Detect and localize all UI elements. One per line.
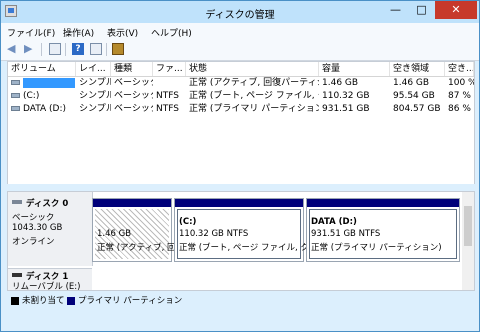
partition-label: (C:) — [179, 217, 197, 227]
menu-view[interactable]: 表示(V) — [107, 26, 138, 39]
table-row[interactable]: シンプル ベーシック 正常 (アクティブ, 回復パーティシ... 1.46 GB… — [8, 77, 474, 90]
capacity-cell: 1.46 GB — [322, 78, 359, 88]
legend-label: プライマリ パーティション — [78, 296, 183, 306]
partition-c[interactable]: (C:) 110.32 GB NTFS 正常 (ブート, ページ ファイル, ク… — [174, 198, 317, 262]
volume-cell: (C:) — [8, 90, 76, 103]
partition-label: DATA (D:) — [311, 217, 357, 227]
menu-file[interactable]: ファイル(F) — [7, 26, 55, 39]
legend-swatch — [67, 296, 75, 305]
partition-size: 1.46 GB — [97, 229, 132, 239]
filesystem-cell: NTFS — [156, 104, 179, 114]
legend-unallocated: 未割り当て — [11, 294, 65, 306]
partition-recovery[interactable]: 1.46 GB 正常 (アクティブ, 回 — [92, 198, 176, 262]
column-header-status[interactable]: 状態 — [186, 62, 319, 76]
column-header-capacity[interactable]: 容量 — [319, 62, 390, 76]
volume-list-header: ボリューム レイ... 種類 ファ... 状態 容量 空き領域 空き... — [8, 62, 474, 77]
removable-disk-icon — [12, 273, 22, 277]
legend: 未割り当て プライマリ パーティション — [7, 293, 473, 307]
forward-arrow-icon[interactable]: ▶ — [24, 43, 36, 55]
toolbar-separator — [41, 43, 42, 56]
status-bar — [1, 311, 479, 331]
view-icon[interactable] — [90, 43, 102, 55]
help-icon[interactable]: ? — [72, 43, 84, 55]
disk-1-type: リムーバブル (E:) — [12, 282, 81, 291]
volume-list: ボリューム レイ... 種類 ファ... 状態 容量 空き領域 空き... シン… — [7, 61, 475, 185]
type-cell: ベーシック — [114, 104, 153, 114]
disk-graphical-view: ディスク 0 ベーシック 1043.30 GB オンライン 1.46 GB 正常… — [7, 191, 475, 291]
partition-d[interactable]: DATA (D:) 931.51 GB NTFS 正常 (プライマリ パーティシ… — [306, 198, 460, 262]
table-row[interactable]: (C:) シンプル ベーシック NTFS 正常 (ブート, ページ ファイル, … — [8, 90, 474, 103]
scrollbar-thumb[interactable] — [464, 206, 472, 246]
legend-swatch — [11, 296, 19, 305]
column-header-volume[interactable]: ボリューム — [8, 62, 76, 76]
layout-cell: シンプル — [79, 104, 111, 114]
column-header-layout[interactable]: レイ... — [76, 62, 111, 76]
status-cell: 正常 (アクティブ, 回復パーティシ... — [189, 78, 319, 88]
menu-action[interactable]: 操作(A) — [63, 26, 94, 39]
vertical-scrollbar[interactable] — [462, 192, 474, 290]
capacity-cell: 110.32 GB — [322, 91, 370, 101]
drive-icon — [11, 93, 20, 98]
disk-0-info[interactable]: ディスク 0 ベーシック 1043.30 GB オンライン — [8, 192, 93, 266]
status-cell: 正常 (プライマリ パーティション) — [189, 104, 319, 114]
close-button[interactable]: ✕ — [435, 1, 477, 19]
column-header-filesystem[interactable]: ファ... — [153, 62, 186, 76]
toolbar: ◀ ▶ ? — [1, 39, 479, 61]
toolbar-separator — [106, 43, 107, 56]
disk-settings-icon[interactable] — [112, 43, 124, 55]
partition-size: 110.32 GB NTFS — [179, 229, 249, 239]
free-percent-cell: 100 % — [448, 78, 474, 88]
partition-status: 正常 (ブート, ページ ファイル, クラ — [179, 243, 318, 253]
free-percent-cell: 87 % — [448, 91, 471, 101]
pane-splitter[interactable] — [1, 184, 479, 190]
back-arrow-icon[interactable]: ◀ — [7, 43, 19, 55]
column-header-free-percent[interactable]: 空き... — [445, 62, 474, 76]
partition-bar — [307, 199, 459, 207]
disk-0-type: ベーシック — [12, 213, 55, 223]
disk-icon — [12, 200, 22, 204]
menu-bar: ファイル(F) 操作(A) 表示(V) ヘルプ(H) — [1, 23, 479, 39]
drive-icon — [11, 80, 20, 85]
legend-primary: プライマリ パーティション — [67, 294, 182, 306]
volume-name: (C:) — [23, 91, 40, 101]
toolbar-separator — [65, 43, 66, 56]
layout-cell: シンプル — [79, 91, 111, 101]
disk-0-name: ディスク 0 — [26, 199, 69, 209]
disk-1-info[interactable]: ディスク 1 リムーバブル (E:) — [8, 268, 92, 291]
maximize-button[interactable]: □ — [409, 1, 434, 19]
partition-size: 931.51 GB NTFS — [311, 229, 381, 239]
minimize-button[interactable]: — — [383, 1, 408, 19]
partition-bar — [175, 199, 303, 207]
drive-icon — [11, 106, 20, 111]
free-space-cell: 804.57 GB — [393, 104, 441, 114]
selected-volume-name — [23, 77, 75, 88]
column-header-type[interactable]: 種類 — [111, 62, 153, 76]
type-cell: ベーシック — [114, 91, 153, 101]
free-space-cell: 95.54 GB — [393, 91, 435, 101]
filesystem-cell — [153, 77, 186, 90]
capacity-cell: 931.51 GB — [322, 104, 370, 114]
properties-icon[interactable] — [49, 43, 61, 55]
partition-status: 正常 (アクティブ, 回 — [97, 243, 176, 253]
volume-cell: DATA (D:) — [8, 103, 76, 116]
column-header-free-space[interactable]: 空き領域 — [390, 62, 445, 76]
status-cell: 正常 (ブート, ページ ファイル, ク... — [189, 91, 319, 101]
disk-0-state: オンライン — [12, 237, 55, 247]
layout-cell: シンプル — [79, 78, 111, 88]
title-bar: ディスクの管理 — □ ✕ — [1, 1, 479, 23]
partition-bar — [93, 199, 171, 207]
free-space-cell: 1.46 GB — [393, 78, 430, 88]
disk-management-window: ディスクの管理 — □ ✕ ファイル(F) 操作(A) 表示(V) ヘルプ(H)… — [0, 0, 480, 332]
table-row[interactable]: DATA (D:) シンプル ベーシック NTFS 正常 (プライマリ パーティ… — [8, 103, 474, 116]
legend-label: 未割り当て — [22, 296, 65, 306]
free-percent-cell: 86 % — [448, 104, 471, 114]
volume-name: DATA (D:) — [23, 104, 67, 114]
type-cell: ベーシック — [114, 78, 153, 88]
filesystem-cell: NTFS — [156, 91, 179, 101]
partition-status: 正常 (プライマリ パーティション) — [311, 243, 442, 253]
disk-0-size: 1043.30 GB — [12, 223, 63, 233]
menu-help[interactable]: ヘルプ(H) — [151, 26, 192, 39]
volume-cell — [8, 77, 76, 90]
